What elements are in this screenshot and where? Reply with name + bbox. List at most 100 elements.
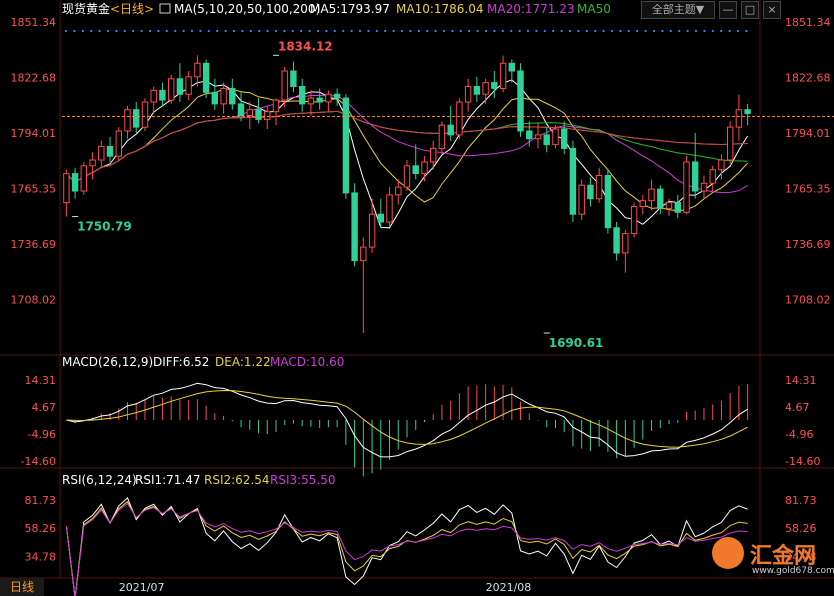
macd-dea-value: DEA:1.22 — [215, 355, 271, 369]
candles-group — [63, 55, 751, 334]
macd-tick-right: 4.67 — [785, 401, 810, 414]
candle-body — [168, 78, 175, 101]
candle-body — [569, 147, 577, 215]
event-dot — [199, 29, 202, 33]
candle-body — [491, 82, 498, 89]
price-tick-left: 1794.01 — [11, 127, 57, 140]
event-dot — [81, 29, 84, 33]
event-dot — [442, 29, 446, 33]
macd-tick-left: 14.31 — [25, 374, 57, 387]
annotation-label: 1750.79 — [77, 220, 132, 234]
candle-body — [176, 78, 184, 95]
close-button[interactable]: × — [763, 1, 781, 19]
event-dot — [375, 29, 378, 33]
event-dot — [283, 29, 286, 33]
macd-tick-left: 4.67 — [32, 401, 57, 414]
event-dot — [728, 29, 731, 33]
event-dot — [686, 29, 689, 33]
event-dot — [400, 29, 404, 33]
event-dot — [291, 29, 294, 33]
candle-body — [578, 184, 585, 215]
event-dot — [552, 29, 555, 33]
candle-body — [604, 175, 612, 229]
candle-body — [657, 188, 664, 209]
event-dot — [644, 29, 647, 33]
date-label: 2021/08 — [486, 581, 532, 594]
date-axis: 2021/072021/082021/092021/10 — [119, 581, 532, 594]
date-label: 2021/07 — [119, 581, 165, 594]
event-dot — [392, 29, 395, 33]
rsi3-value: RSI3:55.50 — [270, 473, 336, 487]
candle-body — [735, 109, 743, 128]
event-dot — [367, 29, 370, 33]
annotation-label: 1690.61 — [549, 336, 604, 350]
rsi-tick-left: 58.26 — [25, 522, 57, 535]
macd-panel — [66, 382, 749, 477]
minimize-button[interactable]: — — [719, 1, 737, 19]
event-dot — [678, 29, 681, 33]
candle-body — [316, 97, 323, 103]
period-tab[interactable]: 日线 — [0, 578, 44, 596]
event-dot — [736, 29, 740, 33]
candle-body — [299, 86, 306, 105]
candle-body — [447, 124, 454, 136]
event-dot — [636, 29, 639, 33]
restore-button[interactable]: □ — [741, 1, 759, 19]
candle-body — [290, 70, 297, 87]
candle-body — [508, 62, 516, 72]
macd-diff-value: DIFF:6.52 — [153, 355, 209, 369]
event-dot — [510, 29, 513, 33]
event-dot — [384, 29, 387, 33]
candle-body — [395, 186, 402, 196]
event-dot — [241, 29, 244, 33]
candle-body — [342, 97, 350, 194]
candle-body — [360, 246, 367, 262]
candle-body — [63, 173, 70, 204]
candlestick-chart[interactable]: 1851.34 1851.34 1822.68 1822.68 1794.01 1794.… — [0, 0, 834, 596]
rsi6-line — [65, 497, 748, 596]
event-dot — [174, 29, 177, 33]
candle-body — [482, 82, 489, 95]
candle-body — [98, 146, 105, 161]
event-dot — [484, 29, 488, 33]
event-dot — [409, 29, 412, 33]
ma-settings-icon[interactable] — [159, 3, 171, 14]
event-dot — [652, 29, 656, 33]
event-dot — [258, 29, 261, 33]
instrument-title: 现货黄金 — [62, 1, 110, 16]
candle-body — [264, 111, 271, 120]
candle-body — [692, 161, 699, 192]
macd-tick-left: -14.60 — [21, 455, 56, 468]
candle-body — [648, 188, 655, 202]
candle-body — [80, 165, 87, 192]
candle-body — [368, 213, 376, 248]
period-label[interactable]: <日线> — [110, 2, 154, 16]
candle-body — [517, 70, 524, 132]
logo-site: www.gold678.com — [752, 566, 834, 576]
price-tick-right: 1708.02 — [785, 293, 831, 306]
candle-body — [622, 233, 629, 254]
candle-body — [220, 87, 227, 105]
candle-body — [456, 101, 463, 136]
rsi1-value: RSI1:71.47 — [135, 473, 201, 487]
candle-body — [255, 109, 262, 120]
ma20-value: MA20:1771.23 — [487, 2, 575, 16]
event-dot — [123, 29, 126, 33]
candle-body — [412, 165, 419, 175]
macd-tick-right: 14.31 — [785, 374, 817, 387]
rsi24-line — [65, 502, 748, 596]
chart-frame — [0, 0, 834, 579]
event-dot — [190, 29, 194, 33]
theme-select[interactable]: 全部主题▼ — [641, 1, 715, 19]
price-tick-left: 1736.69 — [11, 238, 57, 251]
candle-body — [639, 200, 646, 207]
macd-tick-right: -4.96 — [785, 428, 813, 441]
event-dot — [577, 29, 580, 33]
event-dot — [568, 29, 572, 33]
candle-body — [674, 202, 681, 213]
event-dot — [543, 29, 546, 33]
price-tick-left: 1765.35 — [11, 182, 57, 195]
event-dot — [720, 29, 723, 33]
candle-body — [71, 173, 79, 192]
candle-body — [150, 89, 157, 103]
